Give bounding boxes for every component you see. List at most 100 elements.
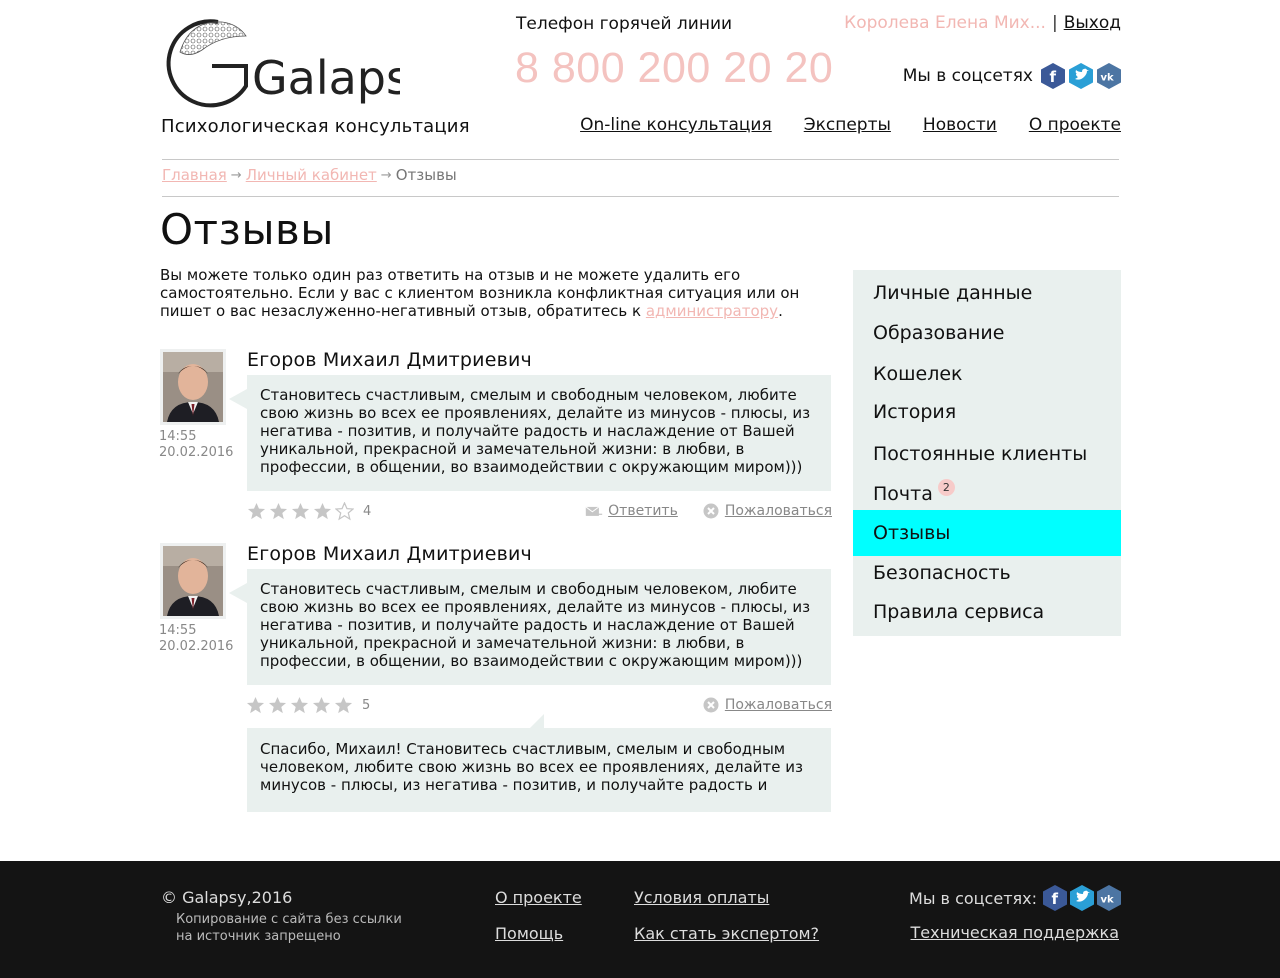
nav-news[interactable]: Новости (923, 115, 997, 135)
sidebar-item-label: Безопасность (873, 562, 1011, 584)
page-title: Отзывы (160, 205, 334, 254)
sidebar-item-label: Личные данные (873, 282, 1033, 304)
sidebar-item-label: Правила сервиса (873, 601, 1045, 623)
header-social: Мы в соцсетях f vk (903, 63, 1121, 89)
facebook-icon[interactable]: f (1041, 63, 1065, 89)
unread-badge: 2 (937, 478, 955, 496)
site-logo[interactable]: Galapsy (160, 14, 437, 114)
review-timestamp: 14:55 20.02.2016 (159, 429, 233, 461)
sidebar-item-label: История (873, 401, 957, 423)
vk-icon[interactable]: vk (1097, 885, 1121, 911)
review-text: Становитесь счастливым, смелым и свободн… (229, 375, 831, 491)
star-rating: 4 (247, 502, 371, 521)
review-actions: Пожаловаться (702, 697, 832, 713)
copyright: © Galapsy,2016 (161, 888, 293, 907)
breadcrumb-account[interactable]: Личный кабинет (246, 166, 377, 184)
reply-label: Ответить (608, 503, 678, 519)
review-text: Становитесь счастливым, смелым и свободн… (229, 569, 831, 685)
sidebar-item-service-rules[interactable]: Правила сервиса (853, 589, 1121, 635)
divider (162, 196, 1119, 197)
footer-link-about[interactable]: О проекте (495, 888, 582, 907)
complain-x-icon (703, 503, 719, 519)
admin-link[interactable]: администратору (646, 302, 778, 320)
nav-experts[interactable]: Эксперты (804, 115, 891, 135)
avatar-image (163, 546, 223, 616)
review-timestamp: 14:55 20.02.2016 (159, 623, 233, 655)
complain-button[interactable]: Пожаловаться (702, 503, 832, 519)
sidebar-item-education[interactable]: Образование (853, 310, 1121, 356)
star-icon (269, 502, 288, 520)
nav-online-consultation[interactable]: On-line консультация (580, 115, 772, 135)
star-empty-icon (335, 502, 354, 521)
facebook-icon[interactable]: f (1043, 885, 1067, 911)
sidebar-item-history[interactable]: История (853, 389, 1121, 435)
review-author[interactable]: Егоров Михаил Дмитриевич (247, 349, 532, 371)
user-box: Королева Елена Мих... | Выход (844, 13, 1121, 33)
star-icon (291, 502, 310, 520)
hotline-label: Телефон горячей линии (516, 14, 733, 34)
footer-link-payment-terms[interactable]: Условия оплаты (634, 888, 769, 907)
complain-label: Пожаловаться (724, 503, 832, 519)
review-author[interactable]: Егоров Михаил Дмитриевич (247, 543, 532, 565)
social-label: Мы в соцсетях (902, 66, 1033, 86)
star-icon (313, 502, 332, 520)
footer-social: Мы в соцсетях: f vk (909, 885, 1121, 911)
review-actions: Ответить Пожаловаться (585, 503, 832, 519)
complain-x-icon (703, 697, 719, 713)
arrow-right-icon: → (380, 167, 392, 183)
sidebar-item-label: Кошелек (873, 363, 963, 385)
arrow-right-icon: → (230, 167, 242, 183)
account-sidebar: Личные данные Образование Кошелек Истори… (853, 270, 1121, 636)
review-time: 14:55 (159, 429, 197, 444)
star-icon (312, 696, 331, 714)
user-name-link[interactable]: Королева Елена Мих... (844, 13, 1046, 33)
star-icon (290, 696, 309, 714)
breadcrumb: Главная → Личный кабинет → Отзывы (162, 166, 457, 184)
complain-button[interactable]: Пожаловаться (702, 697, 832, 713)
twitter-icon[interactable] (1070, 885, 1094, 911)
sidebar-item-label: Образование (873, 322, 1005, 344)
nav-about[interactable]: О проекте (1029, 115, 1121, 135)
review-date: 20.02.2016 (159, 445, 234, 460)
avatar[interactable] (160, 543, 226, 619)
sidebar-item-label: Постоянные клиенты (873, 443, 1088, 465)
footer-link-tech-support[interactable]: Техническая поддержка (911, 923, 1119, 942)
expert-reply: Спасибо, Михаил! Становитесь счастливым,… (247, 714, 831, 812)
rating-value: 5 (362, 698, 371, 713)
star-icon (334, 696, 353, 714)
complain-label: Пожаловаться (724, 697, 832, 713)
sidebar-item-label: Почта (873, 483, 933, 505)
logout-link[interactable]: Выход (1064, 13, 1121, 33)
svg-text:f: f (1052, 890, 1059, 908)
footer-link-help[interactable]: Помощь (495, 924, 563, 943)
star-icon (247, 502, 266, 520)
breadcrumb-home[interactable]: Главная (162, 166, 227, 184)
site-tagline: Психологическая консультация (161, 116, 470, 137)
avatar-image (163, 352, 223, 422)
reply-envelope-icon (585, 506, 603, 516)
reply-button[interactable]: Ответить (585, 503, 678, 519)
footer: © Galapsy,2016 Копирование с сайта без с… (0, 861, 1280, 978)
review-date: 20.02.2016 (159, 639, 234, 654)
star-rating: 5 (246, 696, 370, 715)
review-item: 14:55 20.02.2016 Егоров Михаил Дмитриеви… (159, 543, 832, 813)
footer-link-become-expert[interactable]: Как стать экспертом? (634, 924, 819, 943)
vk-icon[interactable]: vk (1097, 63, 1121, 89)
svg-text:vk: vk (1101, 73, 1115, 84)
avatar[interactable] (160, 349, 226, 425)
star-icon (246, 696, 265, 714)
copy-notice: Копирование с сайта без ссылки на источн… (176, 912, 402, 944)
divider (162, 159, 1119, 160)
breadcrumb-current: Отзывы (395, 166, 457, 184)
svg-text:Galapsy: Galapsy (252, 51, 400, 105)
logo-image: Galapsy (166, 19, 437, 108)
review-time: 14:55 (159, 623, 197, 638)
intro-end: . (778, 302, 783, 320)
user-separator: | (1051, 13, 1058, 33)
hotline-phone[interactable]: 8 800 200 20 20 (515, 44, 833, 93)
twitter-icon[interactable] (1069, 63, 1093, 89)
star-icon (268, 696, 287, 714)
svg-text:f: f (1050, 68, 1057, 86)
rating-value: 4 (363, 504, 372, 519)
svg-text:vk: vk (1101, 895, 1115, 906)
